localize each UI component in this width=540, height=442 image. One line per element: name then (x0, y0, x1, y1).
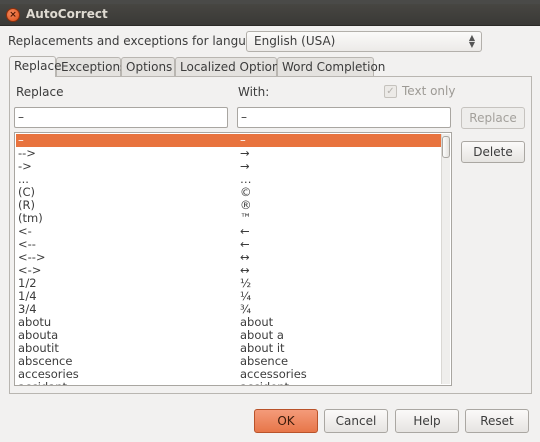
reset-button[interactable]: Reset (465, 409, 529, 433)
list-item[interactable]: abotu about (16, 316, 441, 329)
list-scrollbar[interactable] (441, 134, 450, 384)
tab-localized-options[interactable]: Localized Options (175, 57, 286, 76)
list-item[interactable]: <--> ↔ (16, 251, 441, 264)
tab-exceptions[interactable]: Exceptions (56, 57, 126, 76)
list-item[interactable]: (R) ® (16, 199, 441, 212)
tab-options[interactable]: Options (121, 57, 175, 76)
list-item[interactable]: 1/4 ¼ (16, 290, 441, 303)
language-label: Replacements and exceptions for language… (8, 34, 273, 48)
list-item[interactable]: (tm) ™ (16, 212, 441, 225)
help-button[interactable]: Help (395, 409, 459, 433)
list-item[interactable]: (C) © (16, 186, 441, 199)
list-item[interactable]: --> → (16, 147, 441, 160)
tab-replace[interactable]: Replace (9, 56, 61, 77)
list-item[interactable]: -> → (16, 160, 441, 173)
delete-button[interactable]: Delete (461, 141, 525, 163)
list-item[interactable]: ...… (16, 173, 441, 186)
list-item[interactable]: aboutit about it (16, 342, 441, 355)
list-item[interactable]: abscence absence (16, 355, 441, 368)
updown-icon: ▲ ▼ (468, 33, 475, 49)
list-item[interactable]: abouta about a (16, 329, 441, 342)
with-input[interactable]: – (237, 107, 451, 128)
list-item[interactable]: <- ← (16, 225, 441, 238)
text-only-label: Text only (402, 84, 456, 98)
list-item[interactable]: accesories accessories (16, 368, 441, 381)
title-bar: × AutoCorrect (0, 4, 540, 26)
replace-button[interactable]: Replace (461, 107, 525, 129)
tab-word-completion[interactable]: Word Completion (277, 57, 385, 76)
ok-button[interactable]: OK (254, 409, 318, 433)
language-select[interactable]: English (USA) ▲ ▼ (246, 31, 482, 52)
text-only-checkbox[interactable]: ✓ (384, 85, 397, 98)
replace-column-label: Replace (16, 85, 64, 99)
list-item-with: accident (240, 381, 289, 386)
list-item[interactable]: 3/4 ¾ (16, 303, 441, 316)
replacement-list[interactable]: – – --> → -> → ...… (C) © (R) ® (tm) ™ <- ← <--… (14, 132, 452, 386)
list-item[interactable]: accidant accident (16, 381, 441, 386)
list-item-replace: accidant (18, 381, 67, 386)
cancel-button[interactable]: Cancel (324, 409, 388, 433)
close-icon[interactable]: × (6, 8, 20, 22)
language-select-value: English (USA) (254, 34, 336, 48)
window-title: AutoCorrect (26, 7, 108, 21)
list-item[interactable]: 1/2 ½ (16, 277, 441, 290)
language-row: Replacements and exceptions for language… (8, 31, 488, 53)
with-column-label: With: (238, 85, 270, 99)
list-item[interactable]: <-- ← (16, 238, 441, 251)
list-item[interactable]: <-> ↔ (16, 264, 441, 277)
scroll-thumb[interactable] (442, 136, 450, 158)
list-item[interactable]: – – (16, 134, 441, 147)
replace-input[interactable]: – (14, 107, 228, 128)
